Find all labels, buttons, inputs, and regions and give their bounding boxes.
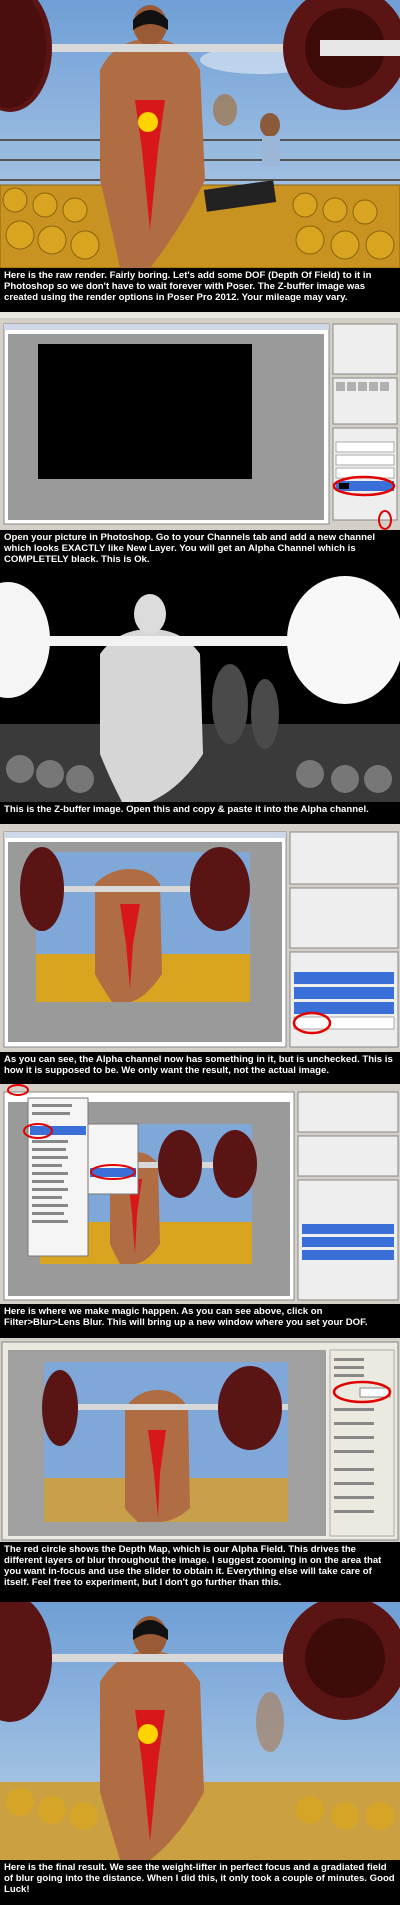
tutorial-page: Here is the raw render. Fairly boring. L… xyxy=(0,0,400,1905)
lens-blur-dialog-screenshot xyxy=(0,1338,400,1542)
caption-step-2: Open your picture in Photoshop. Go to yo… xyxy=(0,530,400,574)
photoshop-zbuffer-pasted-screenshot xyxy=(0,824,400,1052)
caption-step-5: Here is where we make magic happen. As y… xyxy=(0,1304,400,1338)
photoshop-filter-menu-screenshot xyxy=(0,1084,400,1304)
raw-render-image xyxy=(0,0,400,268)
caption-step-1: Here is the raw render. Fairly boring. L… xyxy=(0,268,400,312)
caption-step-6: The red circle shows the Depth Map, whic… xyxy=(0,1542,400,1602)
caption-step-7: Here is the final result. We see the wei… xyxy=(0,1860,400,1905)
z-buffer-image xyxy=(0,574,400,802)
caption-step-3: This is the Z-buffer image. Open this an… xyxy=(0,802,400,824)
final-result-image xyxy=(0,1602,400,1860)
photoshop-alpha-channel-screenshot xyxy=(0,312,400,530)
caption-step-4: As you can see, the Alpha channel now ha… xyxy=(0,1052,400,1084)
